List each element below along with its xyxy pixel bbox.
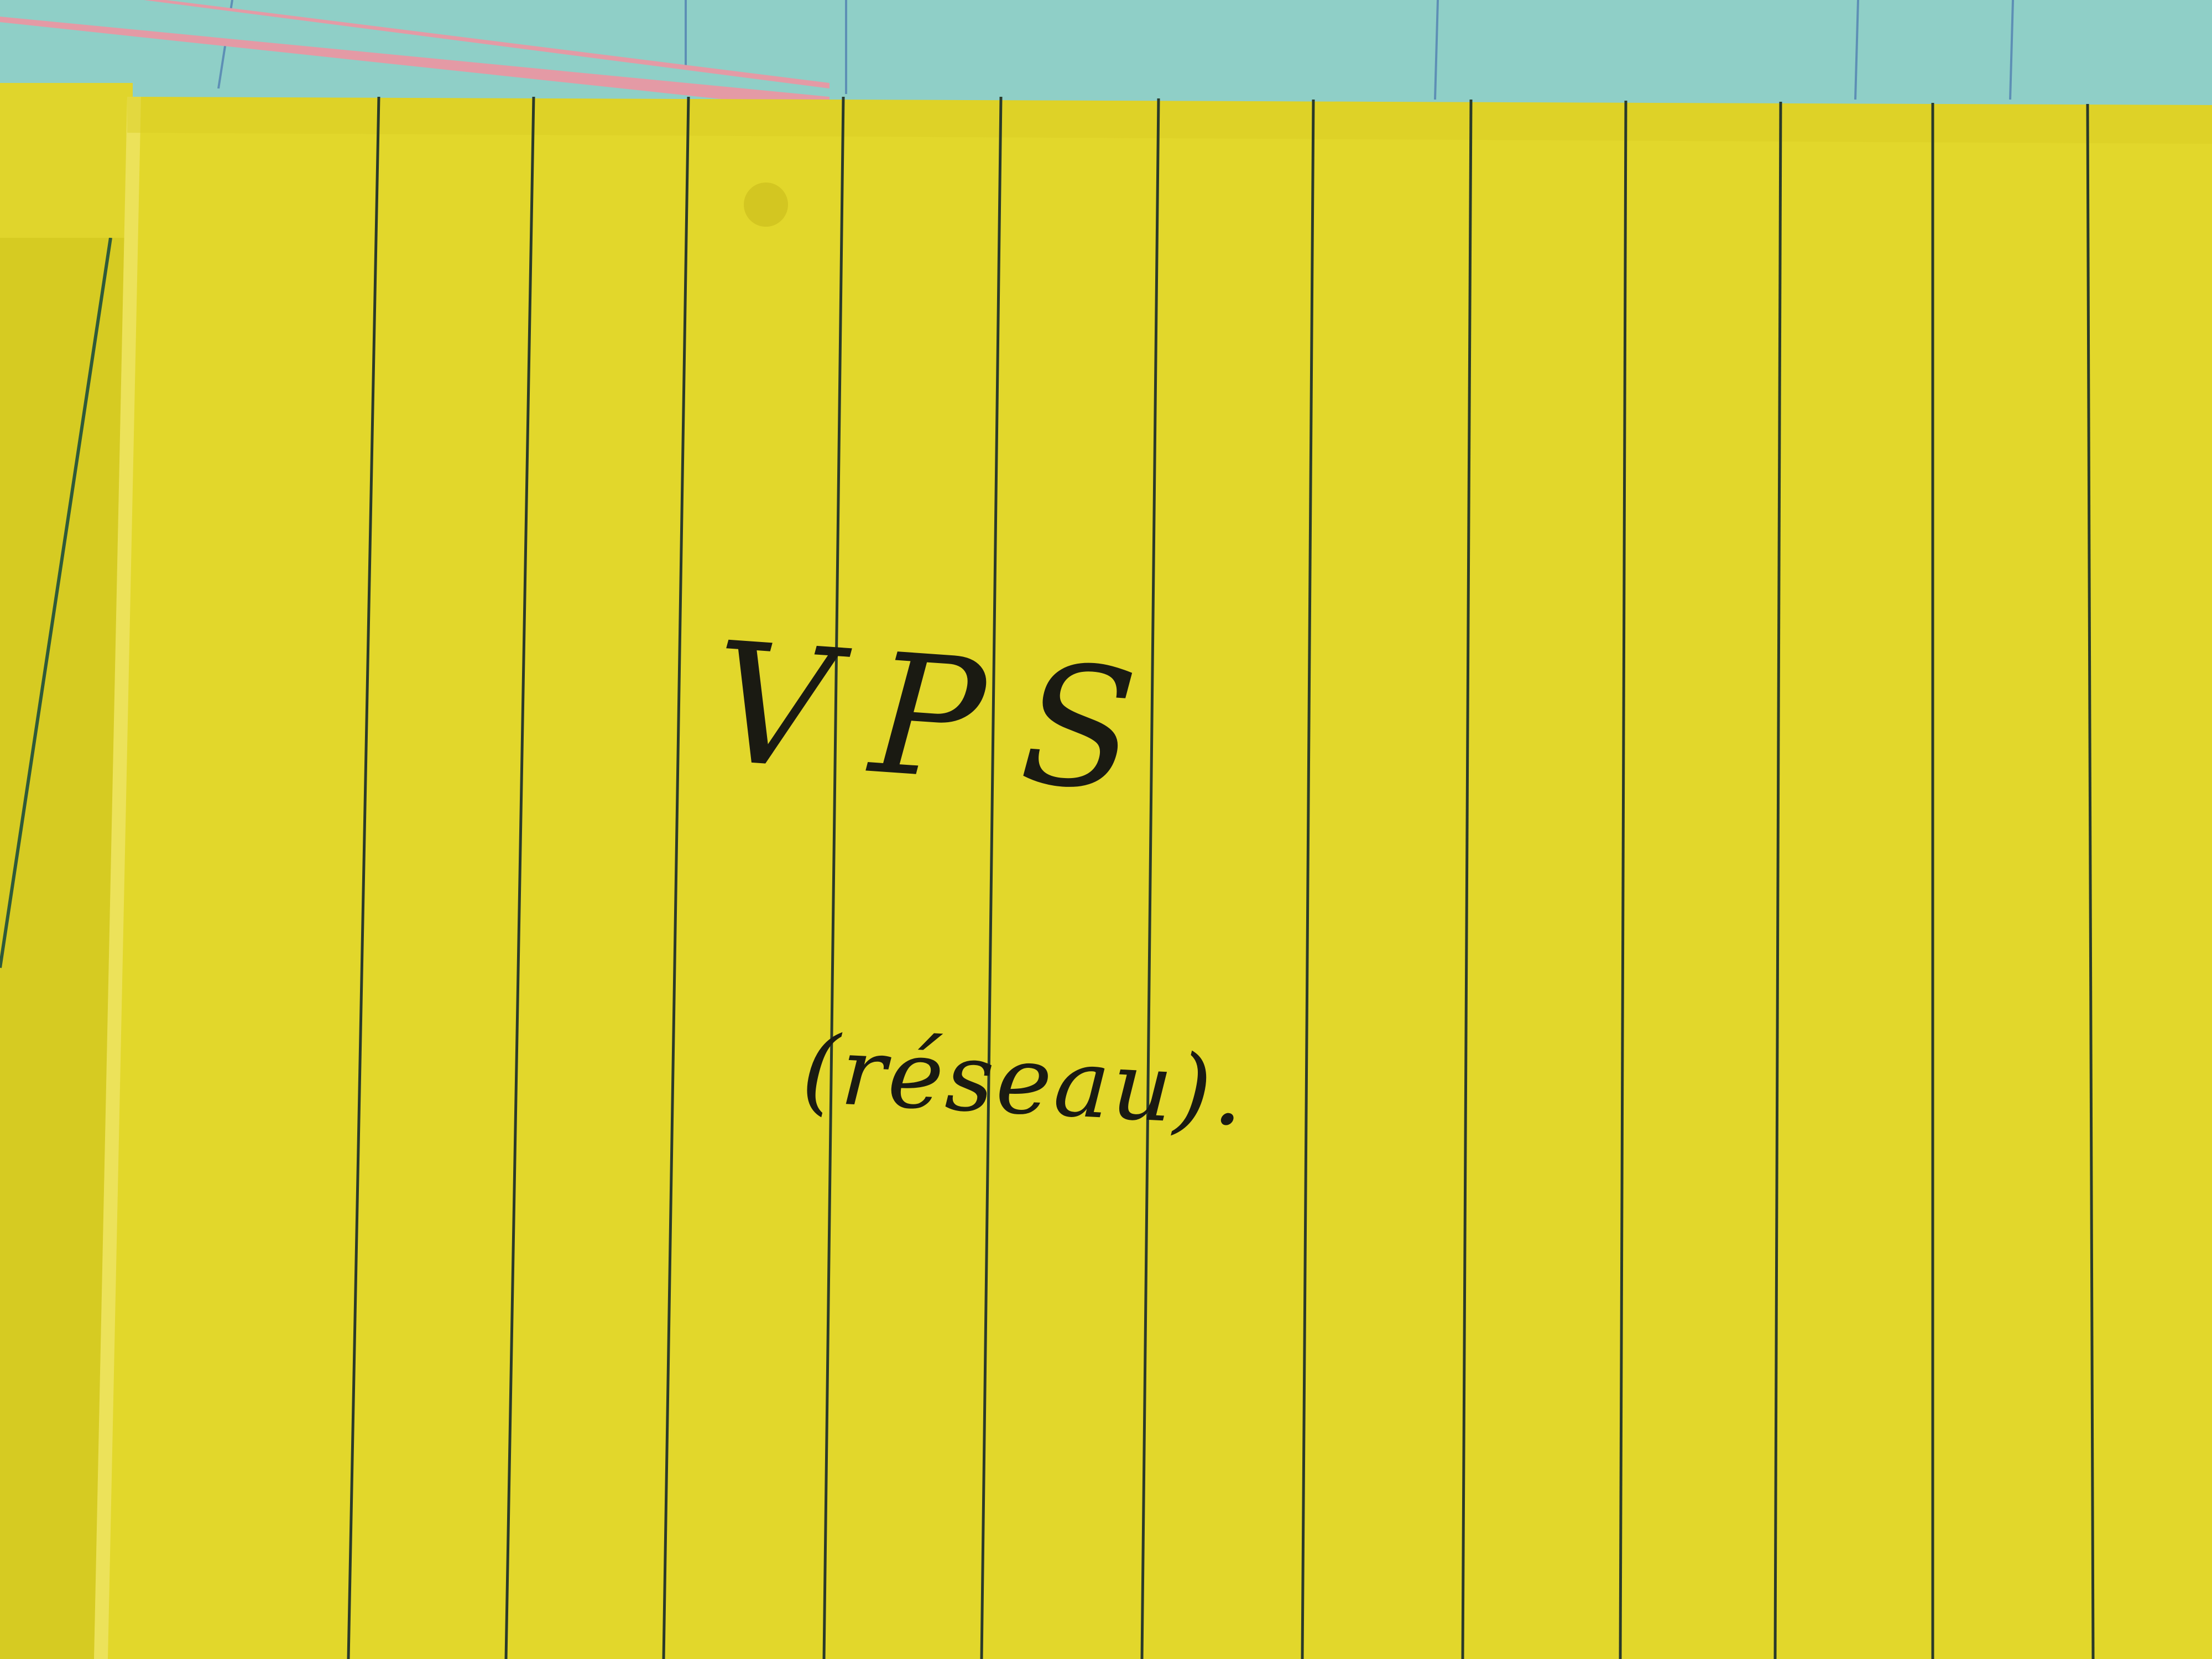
main-yellow-card: [94, 97, 2212, 1659]
index-cards-background: [0, 0, 2212, 1659]
card-title: VPS: [707, 606, 1181, 831]
card-subtitle: (réseau).: [799, 1015, 1249, 1147]
card-stain: [744, 182, 788, 227]
photo-scene: VPS (réseau).: [0, 0, 2212, 1659]
